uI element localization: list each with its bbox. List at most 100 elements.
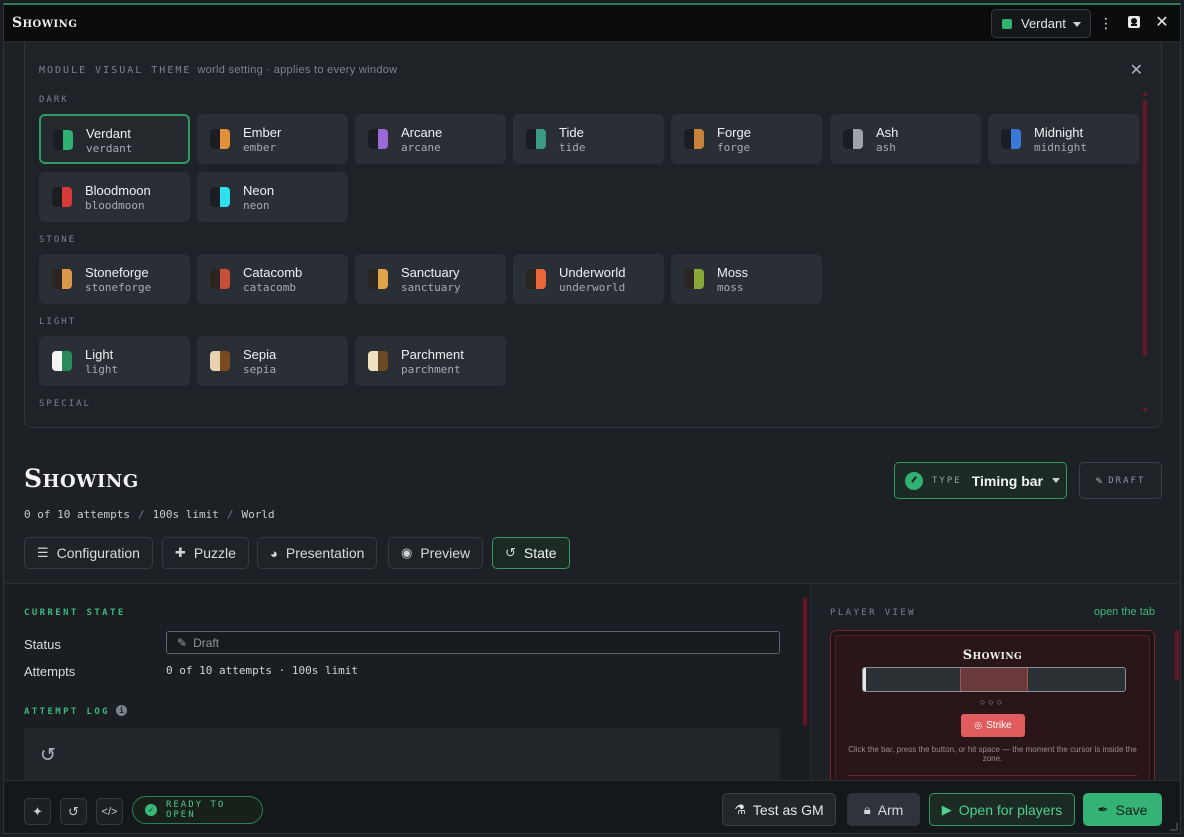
theme-name: Moss <box>717 265 749 280</box>
meta-line: 0 of 10 attempts / 100s limit / World <box>24 508 275 521</box>
type-select-button[interactable]: TYPE Timing bar <box>894 462 1067 499</box>
theme-swatch <box>526 269 546 289</box>
test-as-gm-button[interactable]: ⚗ Test as GM <box>722 793 836 826</box>
theme-option-ash[interactable]: Ash ash <box>830 114 981 164</box>
feather-icon: ✒ <box>1097 801 1109 817</box>
resize-handle[interactable] <box>1170 823 1178 831</box>
theme-swatch <box>526 129 546 149</box>
attempt-log-box: ↺ <box>24 728 780 788</box>
theme-option-forge[interactable]: Forge forge <box>671 114 822 164</box>
module-badge-icon[interactable] <box>1126 15 1142 31</box>
info-icon[interactable]: i <box>116 705 128 716</box>
tab-preview[interactable]: ◉ Preview <box>388 537 484 569</box>
theme-name: Sanctuary <box>401 265 460 280</box>
theme-panel-close-icon[interactable]: ✕ <box>1130 60 1143 80</box>
tab-label: Preview <box>420 545 471 561</box>
scroll-down-arrow[interactable] <box>1142 408 1148 412</box>
meta-limit: 100s limit <box>152 508 219 521</box>
theme-name: Stoneforge <box>85 265 149 280</box>
theme-option-bloodmoon[interactable]: Bloodmoon bloodmoon <box>39 172 190 222</box>
puzzle-icon: ✚ <box>175 545 186 560</box>
player-view-scrollbar[interactable] <box>1175 630 1179 680</box>
history-icon: ↺ <box>40 745 56 766</box>
editor-window: Showing Verdant ⋮ ✕ MODULE VISUAL THEME w… <box>3 3 1181 834</box>
theme-id: sanctuary <box>401 281 461 294</box>
tab-state[interactable]: ↺ State <box>492 537 570 569</box>
theme-name: Neon <box>243 183 275 198</box>
theme-panel: MODULE VISUAL THEME world setting · appli… <box>24 42 1162 428</box>
theme-option-midnight[interactable]: Midnight midnight <box>988 114 1139 164</box>
theme-option-neon[interactable]: Neon neon <box>197 172 348 222</box>
theme-select[interactable]: Verdant <box>991 9 1091 38</box>
theme-option-parchment[interactable]: Parchment parchment <box>355 336 506 386</box>
arm-button[interactable]: 🔒︎ Arm <box>847 793 920 826</box>
check-circle-icon: ✓ <box>145 804 157 816</box>
tab-label: Presentation <box>285 545 365 561</box>
state-scrollbar[interactable] <box>803 598 807 726</box>
save-label: Save <box>1115 801 1148 818</box>
open-tab-link[interactable]: open the tab <box>1094 606 1155 618</box>
type-label: TYPE <box>932 475 962 486</box>
theme-option-moss[interactable]: Moss moss <box>671 254 822 304</box>
theme-option-catacomb[interactable]: Catacomb catacomb <box>197 254 348 304</box>
timing-cursor <box>863 668 866 691</box>
theme-panel-subtitle: world setting · applies to every window <box>197 64 398 76</box>
more-vertical-icon[interactable]: ⋮ <box>1098 15 1114 31</box>
open-for-players-button[interactable]: ▶ Open for players <box>929 793 1075 826</box>
chevron-down-icon <box>1052 478 1060 483</box>
theme-option-light[interactable]: Light light <box>39 336 190 386</box>
theme-name: Parchment <box>401 347 464 362</box>
attempt-log-title: ATTEMPT LOG <box>24 707 111 717</box>
theme-option-arcane[interactable]: Arcane arcane <box>355 114 506 164</box>
gauge-icon <box>905 471 923 490</box>
save-button[interactable]: ✒ Save <box>1083 793 1162 826</box>
theme-group-label: LIGHT <box>39 317 77 327</box>
tab-puzzle[interactable]: ✚ Puzzle <box>162 537 249 569</box>
code-icon[interactable]: </> <box>96 798 123 825</box>
theme-swatch <box>52 187 72 207</box>
title-bar: Showing Verdant ⋮ ✕ <box>4 5 1180 42</box>
attempts-value: 0 of 10 attempts · 100s limit <box>166 664 359 677</box>
theme-swatch <box>210 351 230 371</box>
theme-option-tide[interactable]: Tide tide <box>513 114 664 164</box>
target-zone <box>959 668 1029 691</box>
theme-option-sanctuary[interactable]: Sanctuary sanctuary <box>355 254 506 304</box>
theme-name: Verdant <box>86 126 131 141</box>
timing-bar[interactable] <box>862 667 1126 692</box>
reset-icon[interactable]: ↺ <box>60 798 87 825</box>
arm-label: Arm <box>877 801 904 818</box>
theme-option-ember[interactable]: Ember ember <box>197 114 348 164</box>
theme-option-underworld[interactable]: Underworld underworld <box>513 254 664 304</box>
history-icon: ↺ <box>505 545 516 560</box>
draft-button[interactable]: ✎ DRAFT <box>1079 462 1162 499</box>
ready-label: READY TO OPEN <box>165 800 226 820</box>
strike-button[interactable]: ◎ Strike <box>961 714 1025 737</box>
theme-name: Light <box>85 347 114 362</box>
status-field: ✎ Draft <box>166 631 780 654</box>
theme-id: verdant <box>86 142 133 155</box>
close-icon[interactable]: ✕ <box>1154 15 1170 31</box>
theme-option-sepia[interactable]: Sepia sepia <box>197 336 348 386</box>
theme-panel-scrollbar[interactable] <box>1143 100 1147 356</box>
theme-option-stoneforge[interactable]: Stoneforge stoneforge <box>39 254 190 304</box>
theme-name: Underworld <box>559 265 626 280</box>
play-icon: ▶ <box>941 801 952 817</box>
theme-id: arcane <box>401 141 441 154</box>
theme-id: neon <box>243 199 270 212</box>
scroll-up-arrow[interactable] <box>1142 92 1148 96</box>
attempts-label: Attempts <box>24 664 76 679</box>
theme-swatch <box>210 187 230 207</box>
status-value: Draft <box>193 635 220 650</box>
meta-attempts: 0 of 10 attempts <box>24 508 130 521</box>
theme-id: underworld <box>559 281 626 294</box>
theme-swatch <box>53 130 73 150</box>
theme-name: Ember <box>243 125 282 140</box>
flask-icon: ⚗ <box>734 801 746 817</box>
tab-presentation[interactable]: ◕ Presentation <box>257 537 378 569</box>
theme-option-verdant[interactable]: Verdant verdant <box>39 114 190 164</box>
theme-group-label: STONE <box>39 235 77 245</box>
magic-wand-icon[interactable]: ✦ <box>24 798 51 825</box>
current-state-heading: CURRENT STATE <box>24 608 126 618</box>
theme-group-label: SPECIAL <box>39 399 91 409</box>
tab-configuration[interactable]: ☰ Configuration <box>24 537 153 569</box>
